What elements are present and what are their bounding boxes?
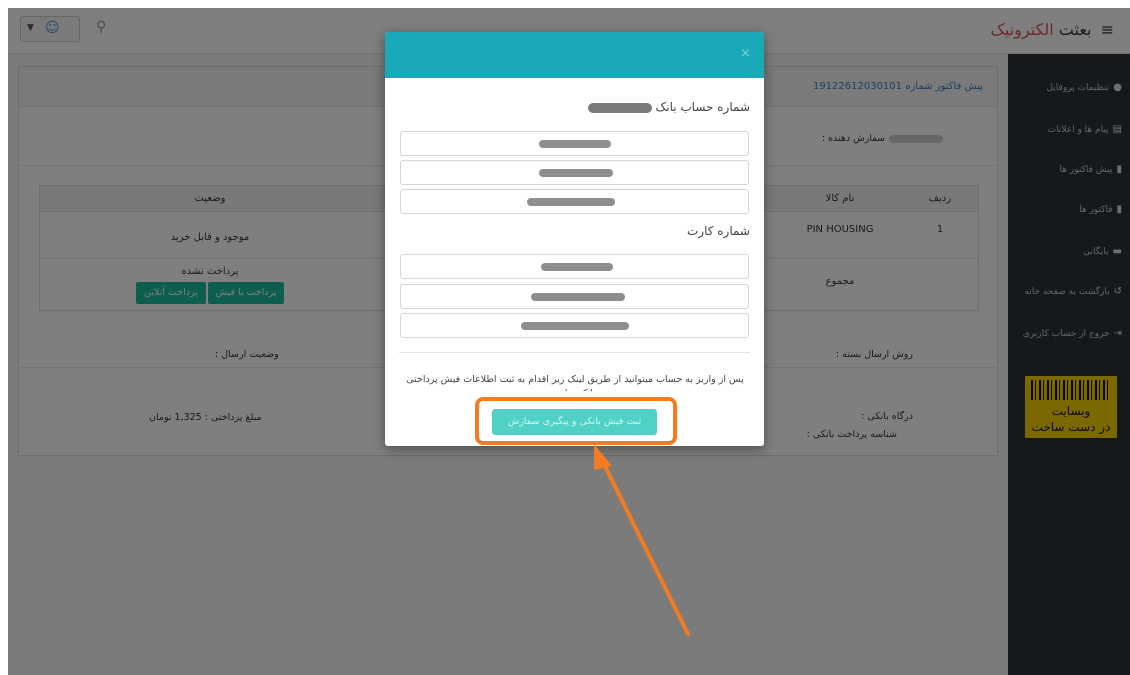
screen-frame: ≡ بعثت الکترونیک ▼ ☺ ⚲ ●تنظیمات پروفایل …	[8, 8, 1130, 675]
pointer-arrow-icon	[594, 444, 690, 636]
